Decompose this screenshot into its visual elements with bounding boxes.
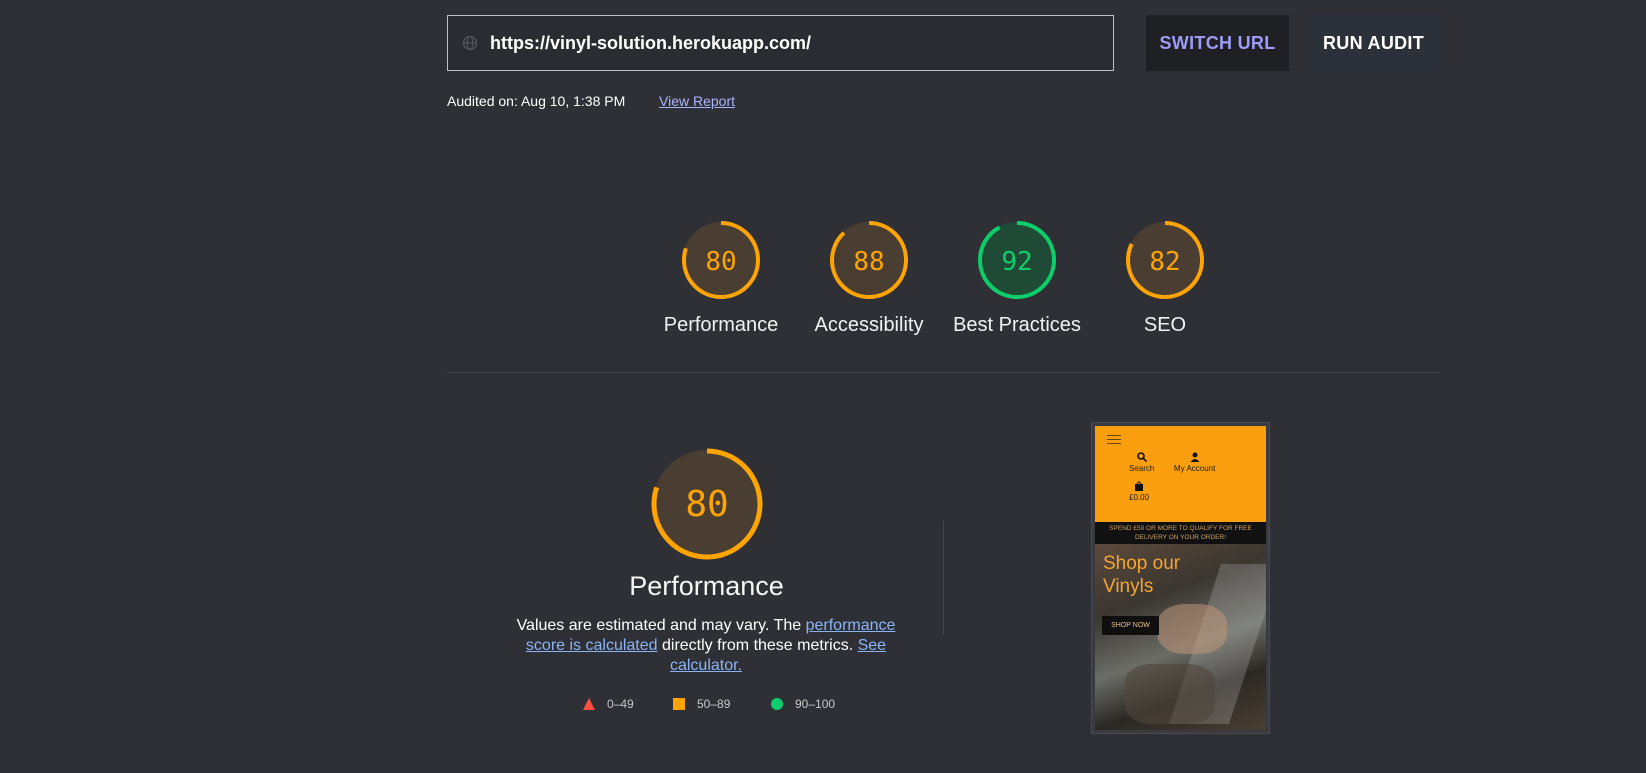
hero-shop-button: SHOP NOW xyxy=(1102,616,1159,635)
url-input[interactable] xyxy=(490,32,1050,54)
shopping-bag-icon xyxy=(1135,481,1144,491)
svg-text:88: 88 xyxy=(853,247,884,277)
user-icon xyxy=(1190,452,1200,462)
globe-icon xyxy=(462,35,478,51)
hero-shape xyxy=(1125,664,1215,724)
site-search: Search xyxy=(1129,452,1154,473)
gauge-label: Accessibility xyxy=(814,314,924,336)
legend-fail: 0–49 xyxy=(583,697,634,711)
svg-text:80: 80 xyxy=(705,247,736,277)
hero-shape xyxy=(1157,604,1227,654)
circle-icon xyxy=(771,698,783,710)
audited-on-text: Audited on: Aug 10, 1:38 PM xyxy=(447,93,626,109)
svg-text:80: 80 xyxy=(685,484,728,525)
performance-description: Values are estimated and may vary. The p… xyxy=(506,616,906,676)
site-header: Search My Account £0.00 xyxy=(1095,426,1266,522)
legend-label: 50–89 xyxy=(697,697,731,711)
url-input-container[interactable] xyxy=(447,15,1114,71)
gauge-label: Performance xyxy=(663,314,779,336)
view-report-link[interactable]: View Report xyxy=(659,93,735,109)
triangle-icon xyxy=(583,698,595,710)
search-icon xyxy=(1136,452,1147,463)
final-screenshot[interactable]: Search My Account £0.00 SPEND £50 OR MOR… xyxy=(1091,422,1270,734)
gauge-ring: 82 xyxy=(1126,221,1204,299)
desc-text: Values are estimated and may vary. The xyxy=(516,617,806,634)
site-bag-label: £0.00 xyxy=(1129,493,1150,502)
performance-big-gauge: 80 xyxy=(651,448,763,560)
site-search-label: Search xyxy=(1129,464,1155,473)
gauge-best-practices[interactable]: 92 Best Practices xyxy=(947,218,1087,337)
switch-url-button[interactable]: SWITCH URL xyxy=(1146,15,1289,71)
vertical-divider xyxy=(943,521,944,634)
gauge-label: Best Practices xyxy=(953,314,1081,336)
score-gauges: 80 Performance 88 Accessibility 92 Best … xyxy=(0,218,1646,348)
site-account: My Account xyxy=(1174,452,1215,473)
run-audit-button[interactable]: RUN AUDIT xyxy=(1306,15,1441,71)
desc-text: directly from these metrics. xyxy=(657,637,858,654)
site-bag: £0.00 xyxy=(1129,481,1149,502)
hamburger-icon xyxy=(1107,435,1121,447)
gauge-ring: 80 xyxy=(682,221,760,299)
svg-text:82: 82 xyxy=(1149,247,1180,277)
legend-average: 50–89 xyxy=(673,697,730,711)
site-delivery-banner: SPEND £50 OR MORE TO QUALIFY FOR FREE DE… xyxy=(1095,522,1266,544)
square-icon xyxy=(673,698,685,710)
gauge-ring: 88 xyxy=(830,221,908,299)
legend-label: 0–49 xyxy=(607,697,634,711)
performance-title: Performance xyxy=(629,571,784,601)
gauge-label: SEO xyxy=(1143,314,1187,336)
site-hero: Shop our Vinyls SHOP NOW xyxy=(1095,544,1266,730)
gauge-seo[interactable]: 82 SEO xyxy=(1095,218,1235,337)
svg-text:92: 92 xyxy=(1001,247,1032,277)
legend-label: 90–100 xyxy=(795,697,836,711)
gauge-accessibility[interactable]: 88 Accessibility xyxy=(799,218,939,337)
legend-pass: 90–100 xyxy=(771,697,835,711)
hero-title: Shop our Vinyls xyxy=(1103,553,1181,597)
screenshot-viewport: Search My Account £0.00 SPEND £50 OR MOR… xyxy=(1095,426,1266,730)
site-account-label: My Account xyxy=(1174,464,1216,473)
section-divider xyxy=(447,372,1440,373)
gauge-ring: 92 xyxy=(978,221,1056,299)
gauge-performance[interactable]: 80 Performance xyxy=(651,218,791,337)
